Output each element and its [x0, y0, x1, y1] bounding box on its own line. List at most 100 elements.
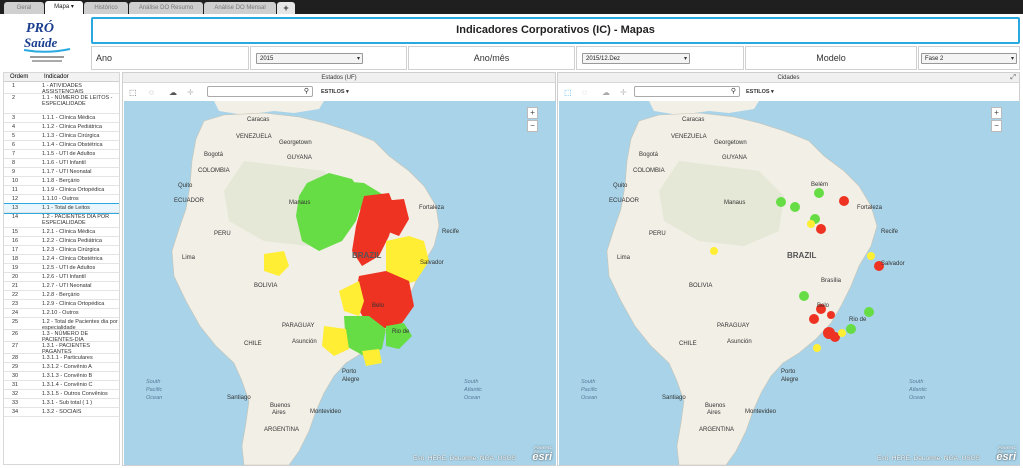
label-alegre: Alegre: [342, 377, 360, 383]
city-marker: [816, 224, 826, 234]
map-search-input[interactable]: ⚲: [634, 86, 740, 97]
tab-geral[interactable]: Geral: [4, 2, 44, 14]
zoom-in-button[interactable]: +: [527, 107, 538, 119]
row-indicador: 1.3.1 - Sub total ( 1 ): [42, 400, 93, 406]
clear-select-icon[interactable]: ✛: [620, 88, 627, 97]
table-row[interactable]: 29 1.3.1.2 - Convênio A: [4, 363, 119, 372]
map-panel-cidades: Cidades ⤢ ⬚ ◌ ☁ ✛ ⚲ ESTILOS ▾ Caracas VE…: [557, 72, 1020, 466]
label-montevideo: Montevideo: [745, 409, 777, 415]
label-manaus: Manaus: [289, 200, 310, 206]
table-row[interactable]: 11 1.1.9 - Clínica Ortopédica: [4, 186, 119, 195]
table-row[interactable]: 19 1.2.5 - UTI de Adultos: [4, 264, 119, 273]
label-pacific: Pacific: [581, 387, 597, 393]
tab-analise-mensal[interactable]: Análise DO Mensal: [204, 2, 276, 14]
table-row[interactable]: 11 - ATIVIDADES ASSISTENCIAIS: [4, 82, 119, 95]
table-row[interactable]: 28 1.3.1.1 - Particulares: [4, 354, 119, 363]
modelo-select[interactable]: Fase 2: [921, 53, 1017, 64]
table-row[interactable]: 2 1.1 - NÚMERO DE LEITOS - ESPECIALIDADE: [4, 94, 119, 114]
row-indicador: 1.1.5 - UTI de Adultos: [42, 151, 96, 157]
label-buenosaires: Buenos: [270, 403, 290, 409]
clear-select-icon[interactable]: ✛: [187, 88, 194, 97]
estilos-dropdown[interactable]: ESTILOS ▾: [746, 87, 774, 97]
row-ordem: 5: [12, 133, 16, 139]
label-peru: PERU: [214, 231, 231, 237]
table-row[interactable]: 3 1.1.1 - Clínica Médica: [4, 114, 119, 123]
col-header-indicador[interactable]: Indicador: [44, 73, 69, 82]
table-row[interactable]: 7 1.1.5 - UTI de Adultos: [4, 150, 119, 159]
table-row[interactable]: 10 1.1.8 - Berçário: [4, 177, 119, 186]
table-row[interactable]: 25 1.2 - Total de Pacientes dia por espec…: [4, 318, 119, 331]
table-row[interactable]: 26 1.3 - NÚMERO DE PACIENTES-DIA: [4, 330, 119, 343]
map-attribution: Esri, HERE, DeLorme, NGA, USGS: [877, 455, 980, 462]
row-indicador: 1.1 - Total de Leitos: [42, 205, 90, 211]
row-ordem: 7: [12, 151, 16, 157]
row-ordem: 33: [12, 400, 19, 406]
table-row[interactable]: 32 1.3.1.5 - Outros Convênios: [4, 390, 119, 399]
label-belo: Belo: [372, 303, 385, 309]
rect-select-icon[interactable]: ⬚: [564, 88, 572, 97]
table-row[interactable]: 21 1.2.7 - UTI Neonatal: [4, 282, 119, 291]
table-row[interactable]: 4 1.1.2 - Clínica Pediátrica: [4, 123, 119, 132]
table-row[interactable]: 34 1.3.2 - SOCIAIS: [4, 408, 119, 417]
table-row[interactable]: 6 1.1.4 - Clínica Obstétrica: [4, 141, 119, 150]
circle-select-icon[interactable]: ◌: [582, 88, 587, 97]
row-ordem: 14: [12, 214, 19, 220]
circle-select-icon[interactable]: ◌: [149, 88, 154, 97]
lasso-select-icon[interactable]: ☁: [602, 88, 610, 97]
table-row[interactable]: 22 1.2.8 - Berçário: [4, 291, 119, 300]
table-row[interactable]: 17 1.2.3 - Clínica Cirúrgica: [4, 246, 119, 255]
map-cidades[interactable]: Caracas VENEZUELA Bogotá Georgetown GUYA…: [559, 101, 1020, 465]
table-row[interactable]: 24 1.2.10 - Outros: [4, 309, 119, 318]
table-row[interactable]: 33 1.3.1 - Sub total ( 1 ): [4, 399, 119, 408]
add-tab-button[interactable]: +: [277, 2, 295, 14]
search-icon[interactable]: ⚲: [731, 87, 736, 97]
col-header-ordem[interactable]: Ordem: [10, 73, 28, 82]
table-row[interactable]: 8 1.1.6 - UTI Infantil: [4, 159, 119, 168]
label-rio: Rio de: [392, 329, 410, 335]
map-estados[interactable]: Caracas VENEZUELA Bogotá Georgetown GUYA…: [124, 101, 556, 465]
ano-select[interactable]: 2015: [256, 53, 363, 64]
row-ordem: 30: [12, 373, 19, 379]
label-south-pacific: South: [146, 379, 160, 385]
map-panel-estados: Estados (UF) ⬚ ◌ ☁ ✛ ⚲ ESTILOS ▾ Caracas…: [122, 72, 556, 466]
row-ordem: 25: [12, 319, 19, 325]
zoom-out-button[interactable]: −: [527, 120, 538, 132]
zoom-in-button[interactable]: +: [991, 107, 1002, 119]
row-ordem: 12: [12, 196, 19, 202]
tab-historico[interactable]: Histórico: [84, 2, 128, 14]
search-icon[interactable]: ⚲: [304, 87, 309, 97]
table-row[interactable]: 16 1.2.2 - Clínica Pediátrica: [4, 237, 119, 246]
row-indicador: 1.1.9 - Clínica Ortopédica: [42, 187, 105, 193]
table-row[interactable]: 20 1.2.6 - UTI Infantil: [4, 273, 119, 282]
row-ordem: 17: [12, 247, 19, 253]
lasso-select-icon[interactable]: ☁: [169, 88, 177, 97]
label-ocean: Ocean: [581, 395, 597, 401]
tab-mapa[interactable]: Mapa ▾: [45, 1, 83, 14]
city-marker: [776, 197, 786, 207]
anomes-select[interactable]: 2015/12.Dez: [582, 53, 690, 64]
label-bogota: Bogotá: [204, 152, 224, 158]
table-row[interactable]: 15 1.2.1 - Clínica Médica: [4, 228, 119, 237]
table-row[interactable]: 27 1.3.1 - PACIENTES PAGANTES: [4, 342, 119, 355]
row-ordem: 34: [12, 409, 19, 415]
table-row[interactable]: 31 1.3.1.4 - Convênio C: [4, 381, 119, 390]
table-row[interactable]: 30 1.3.1.3 - Convênio B: [4, 372, 119, 381]
table-row[interactable]: 9 1.1.7 - UTI Neonatal: [4, 168, 119, 177]
row-indicador: 1.1.10 - Outros: [42, 196, 79, 202]
expand-icon[interactable]: ⤢: [1010, 73, 1016, 83]
table-row[interactable]: 12 1.1.10 - Outros: [4, 195, 119, 204]
estilos-dropdown[interactable]: ESTILOS ▾: [321, 87, 349, 97]
rect-select-icon[interactable]: ⬚: [129, 88, 137, 97]
label-chile: CHILE: [679, 341, 697, 347]
table-row[interactable]: 5 1.1.3 - Clínica Cirúrgica: [4, 132, 119, 141]
map-search-input[interactable]: ⚲: [207, 86, 313, 97]
tab-analise-resumo[interactable]: Análise DO Resumo: [129, 2, 203, 14]
table-row[interactable]: 14 1.2 - PACIENTES DIA POR ESPECIALIDADE: [4, 213, 119, 228]
table-row[interactable]: 23 1.2.9 - Clínica Ortopédica: [4, 300, 119, 309]
row-indicador: 1.2.10 - Outros: [42, 310, 79, 316]
table-row[interactable]: 13 1.1 - Total de Leitos: [4, 203, 119, 214]
map-cidades-svg: Caracas VENEZUELA Bogotá Georgetown GUYA…: [559, 101, 1020, 465]
zoom-out-button[interactable]: −: [991, 120, 1002, 132]
table-row[interactable]: 18 1.2.4 - Clínica Obstétrica: [4, 255, 119, 264]
row-ordem: 6: [12, 142, 16, 148]
